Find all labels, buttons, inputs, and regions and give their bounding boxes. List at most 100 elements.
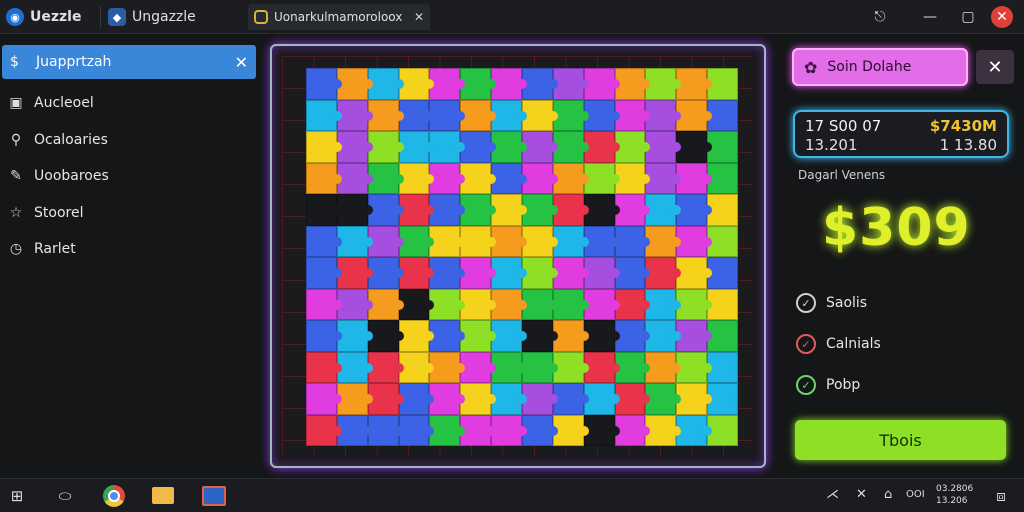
puzzle-piece[interactable] [306,257,342,289]
puzzle-piece[interactable] [645,257,682,289]
panel-close-button[interactable]: ✕ [976,50,1014,84]
value-label: Dagarl Venens [798,168,886,182]
maximize-button[interactable]: ▢ [956,5,980,29]
tab-close-icon[interactable]: ✕ [414,10,424,24]
tab-title: Ungazzle [132,9,196,25]
score-top-left: 17 S00 07 [805,117,882,135]
puzzle-piece[interactable] [306,383,342,415]
puzzle-pieces[interactable] [306,68,738,446]
puzzle-piece[interactable] [429,351,466,383]
notification-icon[interactable]: ⧈ [990,485,1012,507]
clock-icon: ◷ [9,241,23,257]
puzzle-piece[interactable] [645,194,682,226]
taskbar: ⊞ ⬭ ⋌ ✕ ⌂ OOI 03.2806 13.206 ⧈ [0,478,1024,512]
clock-date: 13.206 [936,496,968,506]
pen-icon[interactable]: ✕ [856,487,867,502]
puzzle-piece[interactable] [429,225,466,257]
puzzle-piece[interactable] [645,99,682,131]
brush-icon: ✎ [10,168,22,184]
puzzle-piece[interactable] [429,414,466,446]
check-circle-icon: ✓ [796,375,816,395]
home-icon[interactable]: ⌂ [884,487,892,502]
puzzle-piece[interactable] [306,288,342,320]
sidebar-item-label: Ocaloaries [34,132,108,148]
image-icon: ▣ [9,95,23,111]
puzzle-piece[interactable] [645,414,682,446]
sidebar-item-label: Stoorel [34,205,84,221]
sidebar-item-label: Uoobaroes [34,168,109,184]
tab-ungazzle[interactable]: ◆ Ungazzle [108,4,196,30]
puzzle-piece[interactable] [429,288,466,320]
sidebar-item-active[interactable]: $ Juapprtzah ✕ [2,45,256,79]
tab-title: Uezzle [30,9,82,25]
puzzle-piece[interactable] [306,131,342,163]
window-settings-icon[interactable]: ⎋ [868,5,892,29]
puzzle-piece[interactable] [306,162,342,194]
windows-start-icon[interactable]: ⊞ [6,485,28,507]
sidebar-item-1[interactable]: ▣ Aucleoel [8,92,94,114]
puzzle-piece[interactable] [306,414,342,446]
sidebar-item-label: Aucleoel [34,95,94,111]
puzzle-piece[interactable] [429,99,466,131]
puzzle-piece[interactable] [429,257,466,289]
search-icon: ⚲ [10,132,22,148]
option-3[interactable]: ✓ Pobp [796,374,860,396]
puzzle-app-icon[interactable] [202,486,226,506]
chrome-icon[interactable] [103,485,125,507]
search-icon[interactable]: ⬭ [54,485,76,507]
puzzle-piece[interactable] [306,99,342,131]
big-value: $309 [822,198,971,258]
tab-favicon-icon [254,10,268,24]
check-circle-icon: ✓ [796,334,816,354]
sidebar-item-3[interactable]: ✎ Uoobaroes [8,165,109,187]
puzzle-piece[interactable] [645,351,682,383]
tab-separator [100,6,101,28]
score-top-right: $7430M [929,117,997,135]
puzzle-piece[interactable] [306,225,342,257]
close-icon[interactable]: ✕ [235,53,248,72]
puzzle-piece[interactable] [429,194,466,226]
score-box: 17 S00 07 $7430M 13.201 1 13.80 [793,110,1009,158]
option-label: Calnials [826,336,881,352]
sidebar-item-5[interactable]: ◷ Rarlet [8,238,76,260]
puzzle-piece[interactable] [645,320,682,352]
sidebar-item-4[interactable]: ☆ Stoorel [8,202,84,224]
puzzle-piece[interactable] [645,288,682,320]
network-icon[interactable]: ⋌ [826,487,839,502]
minimize-button[interactable]: — [918,5,942,29]
puzzle-board [270,44,766,468]
play-button[interactable]: Tbois [795,420,1006,460]
puzzle-piece[interactable] [306,68,342,100]
puzzle-piece[interactable] [429,68,466,100]
option-1[interactable]: ✓ Saolis [796,292,867,314]
puzzle-piece[interactable] [645,68,682,100]
puzzle-piece[interactable] [429,162,466,194]
puzzle-piece[interactable] [429,383,466,415]
close-button[interactable]: ✕ [991,6,1013,28]
clock[interactable]: 03.2806 13.206 [936,483,973,507]
solve-button[interactable]: ✿ Soin Dolahe [792,48,968,86]
clock-time: 03.2806 [936,484,974,494]
title-bar: ◉ Uezzle ◆ Ungazzle Uonarkulmamoroloox ✕… [0,0,1024,34]
puzzle-piece[interactable] [429,320,466,352]
option-2[interactable]: ✓ Calnials [796,333,881,355]
shield-icon: ◆ [108,8,126,26]
puzzle-piece[interactable] [306,351,342,383]
tab-active[interactable]: Uonarkulmamoroloox ✕ [248,4,430,30]
sidebar-item-2[interactable]: ⚲ Ocaloaries [8,129,108,151]
option-label: Saolis [826,295,868,311]
score-bottom-right: 1 13.80 [939,136,997,154]
puzzle-piece[interactable] [306,320,342,352]
puzzle-piece[interactable] [429,131,466,163]
tab-uezzle[interactable]: ◉ Uezzle [6,4,81,30]
puzzle-piece[interactable] [306,194,342,226]
puzzle-piece[interactable] [645,225,682,257]
star-icon: ☆ [9,205,23,221]
tab-title: Uonarkulmamoroloox [274,10,403,24]
puzzle-piece[interactable] [645,131,682,163]
sidebar: $ Juapprtzah ✕ ▣ Aucleoel ⚲ Ocaloaries ✎… [0,36,262,476]
puzzle-piece[interactable] [645,383,682,415]
folder-icon[interactable] [152,487,174,504]
app-logo-icon: ◉ [6,8,24,26]
puzzle-piece[interactable] [645,162,682,194]
